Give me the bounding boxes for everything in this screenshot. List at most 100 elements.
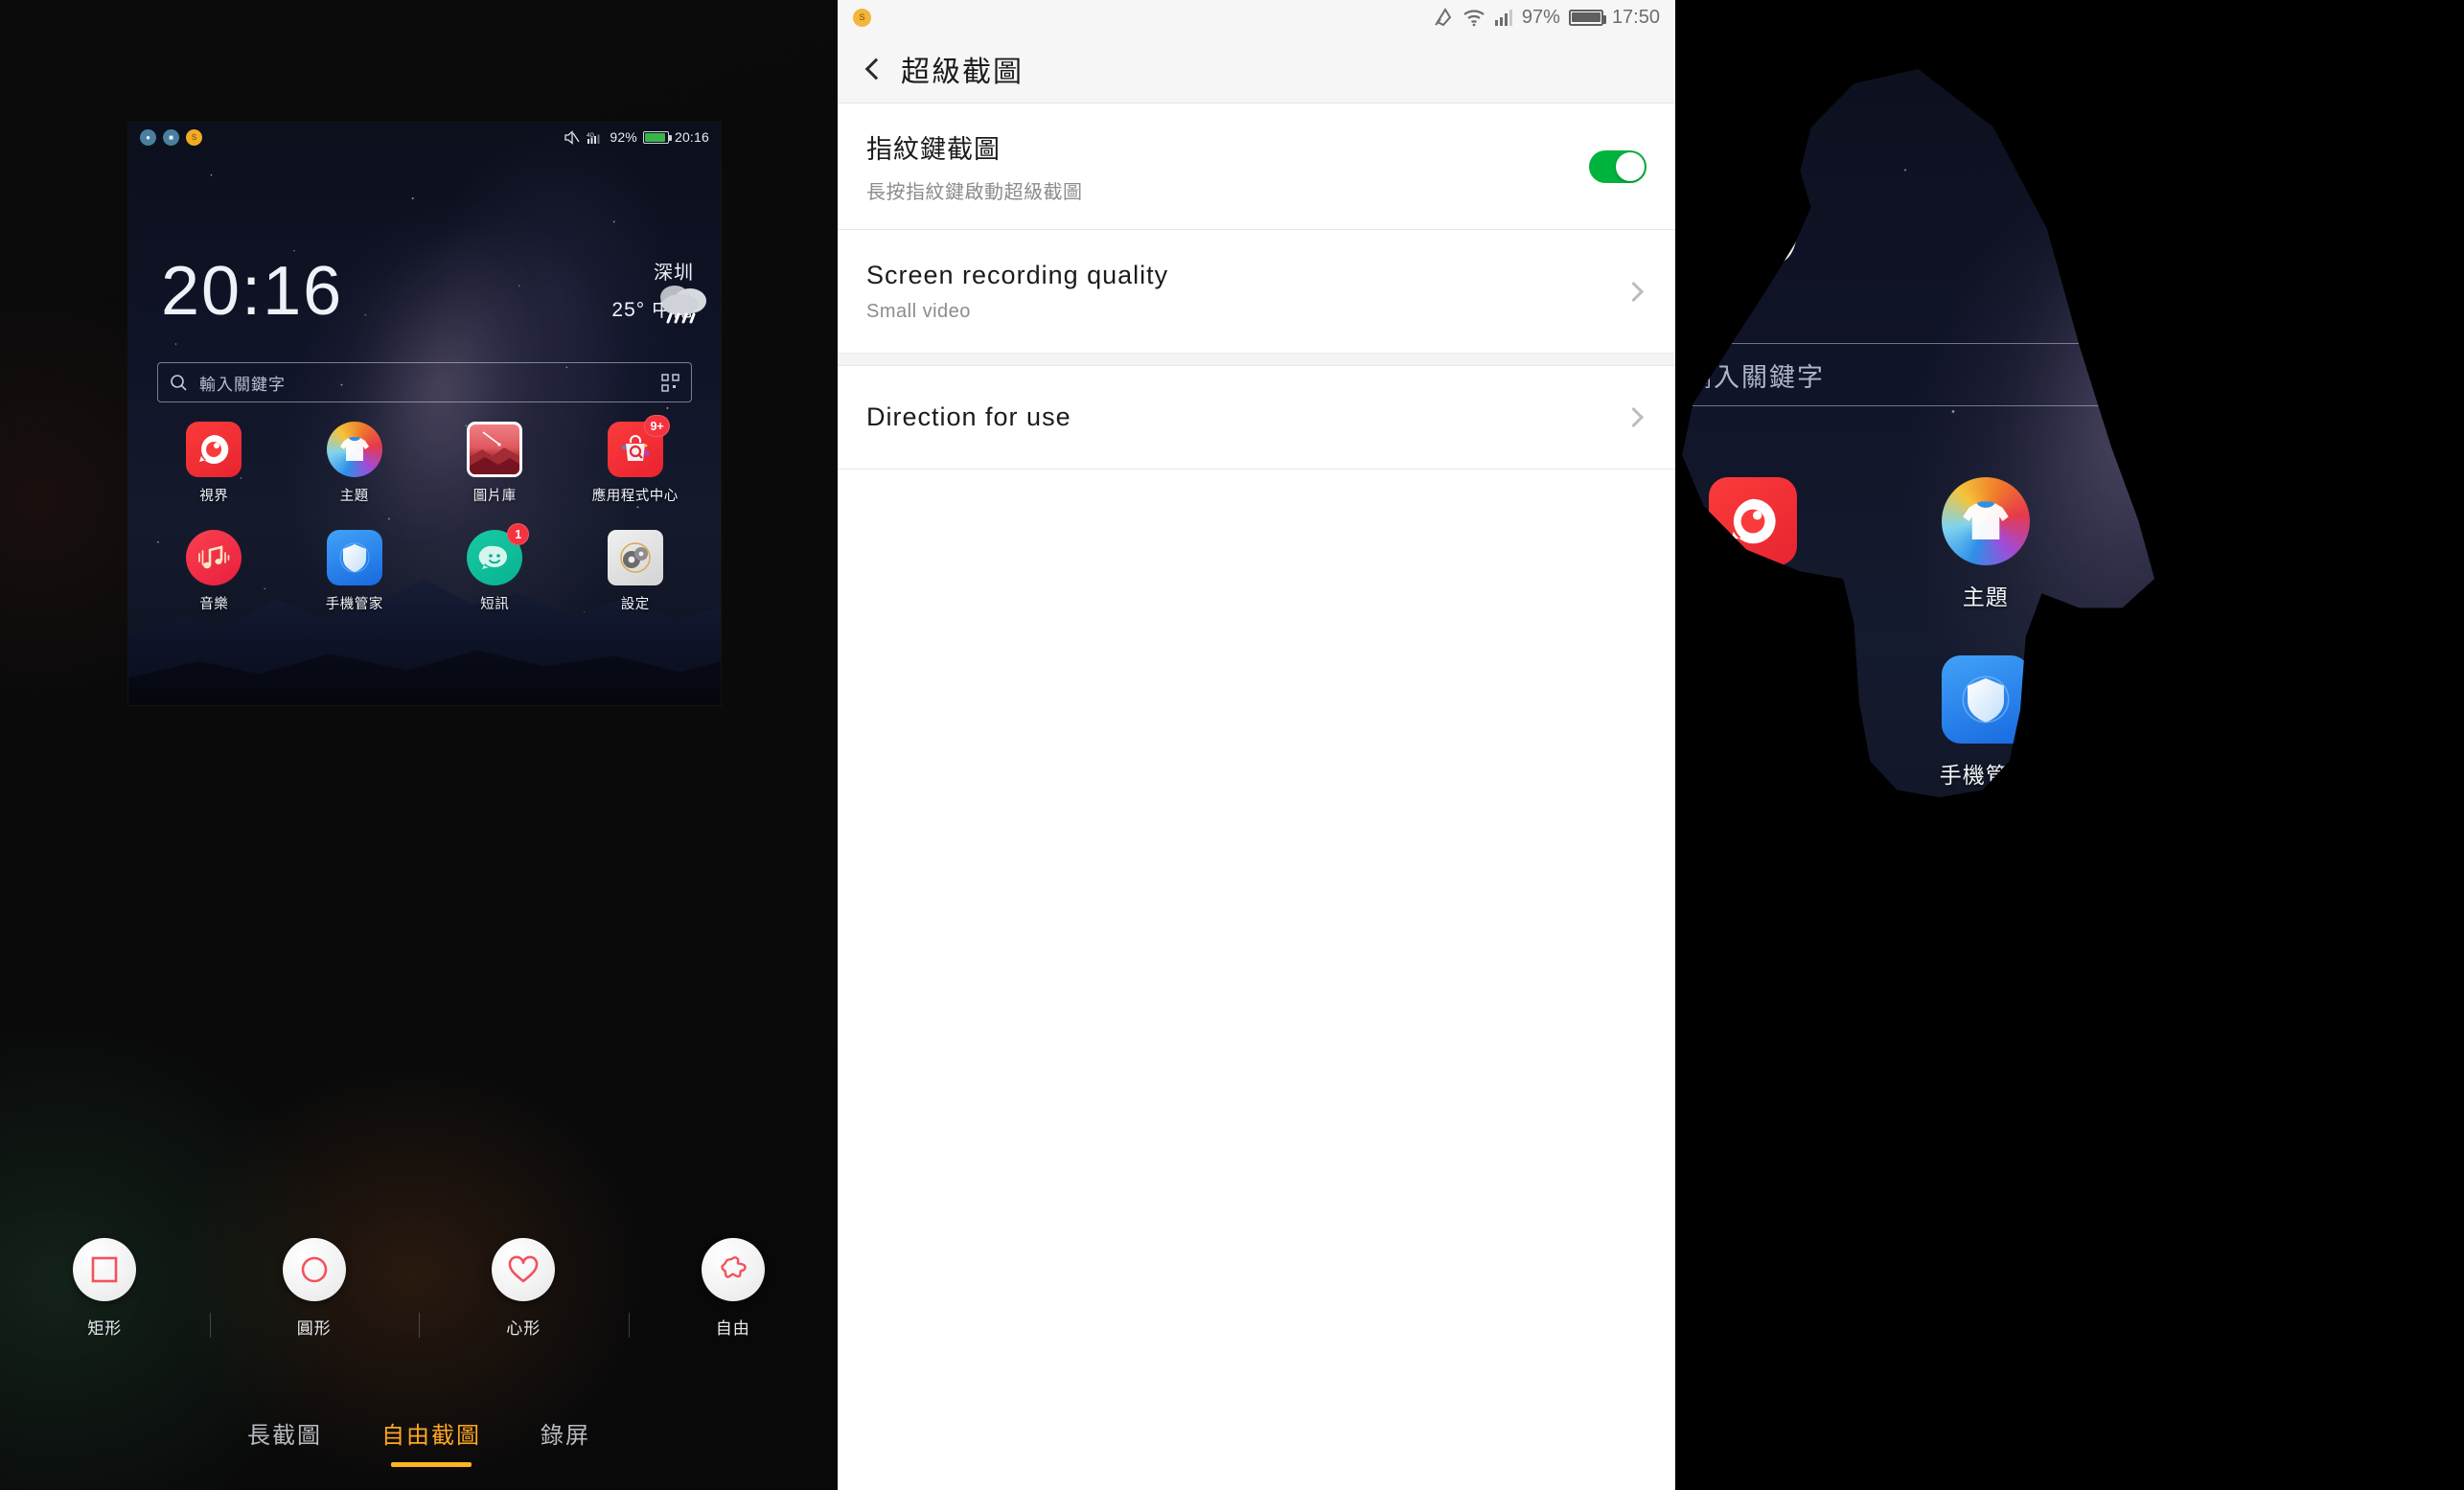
tool-freeform[interactable]: 自由 [628,1238,839,1339]
battery-icon [1568,9,1606,26]
tab-screen-record[interactable]: 錄屏 [541,1416,590,1467]
tab-long-screenshot[interactable]: 長截圖 [247,1416,322,1467]
heart-icon [492,1238,556,1301]
battery-percent: 97% [1521,6,1560,28]
app-label: 圖片庫 [472,489,517,504]
page-dot[interactable] [1801,1047,1827,1059]
vision-icon [186,422,242,477]
shape-tool-row: 矩形 圓形 心形 自由 [0,1238,838,1339]
setting-subtitle: 長按指紋鍵啟動超級截圖 [866,182,1083,203]
setting-title: Screen recording quality [866,260,1169,289]
app-label: 應用程式中心 [2381,585,2464,609]
mountain-silhouette-decor [1675,985,2464,1263]
page-dot-active[interactable] [1852,1044,1868,1061]
signal-icon [1494,8,1513,27]
app-label: 應用程式中心 [591,489,679,504]
app-label: 音樂 [199,597,229,612]
app-sms[interactable]: 短訊 [2102,655,2262,790]
wifi-icon [1462,8,1485,27]
app-sms[interactable]: 1 短訊 [425,523,565,613]
setting-row-screen-recording-quality[interactable]: Screen recording quality Small video [838,230,1675,353]
app-music[interactable]: 音樂 [1682,655,1869,790]
music-icon [1709,655,1798,744]
rectangle-icon [73,1238,137,1301]
app-label: 主題 [339,489,369,504]
dock-label: 相機 [2427,1209,2464,1234]
cutout-clock: 50 [1675,163,1806,287]
fingerprint-screenshot-toggle[interactable] [1589,149,1647,183]
dock-label: 撥號 [1730,1209,1777,1234]
screenshot-preview[interactable]: ● ■ S 4G 92% 20:16 20:16 深圳 25° 輸入關鍵字 視界… [128,123,721,705]
sms-icon [2174,655,2262,744]
dock-contacts[interactable]: 聯絡人 [1870,1102,2103,1236]
app-label: 圖片庫 [2183,585,2253,609]
signal-4g-icon: 4G [587,130,604,145]
dock-browser[interactable]: 瀏覽器 [2102,1102,2335,1236]
qrcode-icon[interactable] [661,373,679,392]
app-phone-manager[interactable]: 手機管家 [285,530,426,613]
dock-camera[interactable]: 相機 [2335,1102,2464,1236]
app-appstore[interactable]: 應用程式中心 [2335,477,2464,611]
phone-icon [1709,1102,1797,1190]
music-icon [186,530,242,585]
app-settings[interactable]: 設定 [2335,655,2464,790]
status-time: 17:50 [1611,6,1660,28]
search-placeholder: 輸入關鍵字 [199,375,286,394]
cutout-app-grid: 視界 主題 圖片庫 應用程式 音樂 手機管家 短訊 設定 [1682,477,2464,790]
app-vision[interactable]: 視界 [1682,477,1869,611]
app-settings[interactable]: 設定 [565,530,706,613]
preview-search-bar[interactable]: 輸入關鍵字 [157,362,692,402]
shield-icon [1941,655,2030,744]
back-chevron-icon[interactable] [864,57,887,80]
cutout-weather-widget: 深圳 25° 多雲 [2193,161,2328,267]
tool-heart[interactable]: 心形 [419,1238,629,1339]
notification-badge: 9+ [644,415,670,437]
setting-row-direction-for-use[interactable]: Direction for use [838,366,1675,470]
tab-freeform-screenshot[interactable]: 自由截圖 [381,1416,481,1467]
app-theme[interactable]: 主題 [1870,477,2103,611]
capture-mode-tabs: 長截圖 自由截圖 錄屏 [0,1416,838,1467]
gallery-icon [467,422,523,477]
dock-label: 瀏覽器 [2183,1209,2253,1234]
app-appstore[interactable]: 9+ 應用程式中心 [565,415,706,505]
search-icon [170,374,188,392]
gallery-icon [2174,477,2262,565]
app-theme[interactable]: 主題 [285,422,426,505]
preview-clock: 20:16 [161,253,344,330]
cutout-search-bar[interactable]: 輸入關鍵字 [1682,343,2154,406]
sms-icon: 1 [467,523,530,585]
app-phone-manager[interactable]: 手機管家 [1870,655,2103,790]
app-label: 視界 [1730,585,1777,609]
freeform-cutout-shape[interactable]: 50 深圳 25° 多雲 輸入關鍵字 視界 主題 圖片庫 應用程式 音樂 手機管… [1675,69,2154,797]
chevron-right-icon [1623,406,1645,428]
contacts-icon [1942,1102,2030,1190]
section-divider [838,353,1675,366]
preview-app-grid: 視界 主題 圖片庫 9+ 應用程式中心 音樂 手機管家 1 短訊 設定 [144,415,706,613]
tool-label: 自由 [715,1319,750,1338]
circle-icon [282,1238,346,1301]
mute-icon [564,129,581,145]
app-gallery[interactable]: 圖片庫 [425,422,565,505]
app-label: 設定 [620,597,650,612]
notification-badge: 1 [507,523,530,545]
app-label: 主題 [1962,585,2009,609]
chevron-right-icon [1623,281,1645,302]
note-icon: S [853,8,871,27]
settings-icon [607,530,663,585]
app-music[interactable]: 音樂 [144,530,285,613]
preview-status-bar: ● ■ S 4G 92% 20:16 [128,123,721,151]
appstore-icon: 9+ [607,415,670,477]
preview-status-time: 20:16 [674,129,709,145]
tool-circle[interactable]: 圓形 [209,1238,420,1339]
app-gallery[interactable]: 圖片庫 [2102,477,2262,611]
setting-row-fingerprint-screenshot[interactable]: 指紋鍵截圖 長按指紋鍵啟動超級截圖 [838,103,1675,230]
dock-phone[interactable]: 撥號 [1675,1102,1870,1236]
freeform-icon [701,1238,765,1301]
usb-icon: ● [140,128,156,146]
tool-rectangle[interactable]: 矩形 [0,1238,210,1339]
app-vision[interactable]: 視界 [144,422,285,505]
page-dot[interactable] [1893,1047,1904,1059]
middle-panel-settings: S 97% 17:50 超級截圖 指紋鍵截圖 長按指紋鍵啟動超級截圖 Scree… [838,0,1675,1490]
camera-icon [2406,1102,2464,1190]
app-label: 視界 [199,489,229,504]
